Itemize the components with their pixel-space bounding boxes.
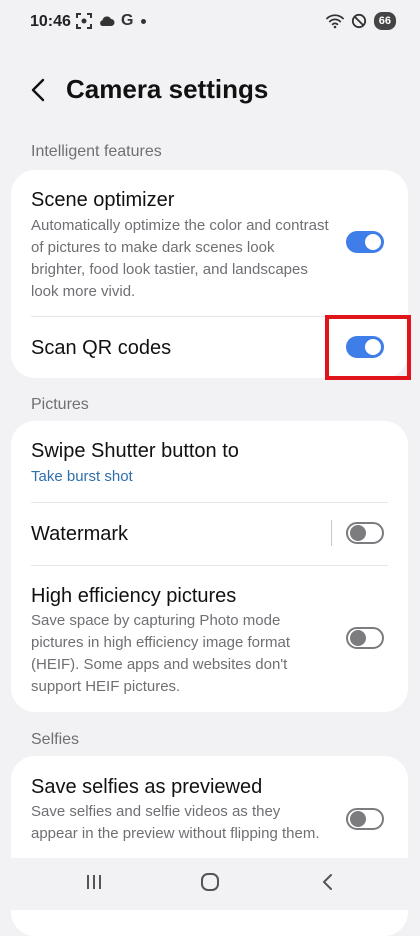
back-nav-icon[interactable] xyxy=(318,872,338,892)
status-time: 10:46 xyxy=(30,13,71,30)
divider xyxy=(31,565,388,566)
scene-optimizer-toggle[interactable] xyxy=(346,231,384,253)
section-label-intelligent: Intelligent features xyxy=(31,143,162,160)
high-efficiency-title: High efficiency pictures xyxy=(31,585,237,607)
separator-bar xyxy=(331,520,332,546)
save-selfies-toggle[interactable] xyxy=(346,808,384,830)
scan-qr-title: Scan QR codes xyxy=(31,337,172,359)
divider xyxy=(31,502,388,503)
high-efficiency-desc: Save space by capturing Photo mode pictu… xyxy=(31,612,291,695)
notification-dot-icon xyxy=(141,18,147,24)
card-pictures: Swipe Shutter button to Take burst shot … xyxy=(11,421,408,712)
save-selfies-desc: Save selfies and selfie videos as they a… xyxy=(31,803,320,842)
watermark-toggle[interactable] xyxy=(346,522,384,544)
status-icons-right: 66 xyxy=(325,12,396,30)
cloud-icon xyxy=(100,16,115,26)
google-icon: G xyxy=(121,12,134,29)
page-title: Camera settings xyxy=(66,74,269,104)
recent-apps-icon[interactable] xyxy=(84,872,104,892)
screenshot-icon xyxy=(76,13,92,29)
scene-optimizer-desc: Automatically optimize the color and con… xyxy=(31,217,329,300)
high-efficiency-toggle[interactable] xyxy=(346,627,384,649)
watermark-title: Watermark xyxy=(31,523,129,545)
wifi-icon xyxy=(325,14,344,29)
back-arrow-icon[interactable] xyxy=(26,74,52,106)
section-label-pictures: Pictures xyxy=(31,396,89,413)
highlight-box xyxy=(325,315,411,380)
navigation-bar xyxy=(0,858,420,910)
scene-optimizer-title: Scene optimizer xyxy=(31,189,175,211)
battery-icon: 66 xyxy=(373,12,396,30)
do-not-disturb-icon xyxy=(351,13,366,29)
swipe-shutter-value: Take burst shot xyxy=(31,468,133,485)
section-label-selfies: Selfies xyxy=(31,731,80,748)
home-icon[interactable] xyxy=(200,872,220,892)
status-bar: 10:46 G 66 xyxy=(0,0,420,46)
status-icons-left: G xyxy=(76,12,147,30)
save-selfies-title: Save selfies as previewed xyxy=(31,776,263,798)
swipe-shutter-title: Swipe Shutter button to xyxy=(31,440,239,462)
